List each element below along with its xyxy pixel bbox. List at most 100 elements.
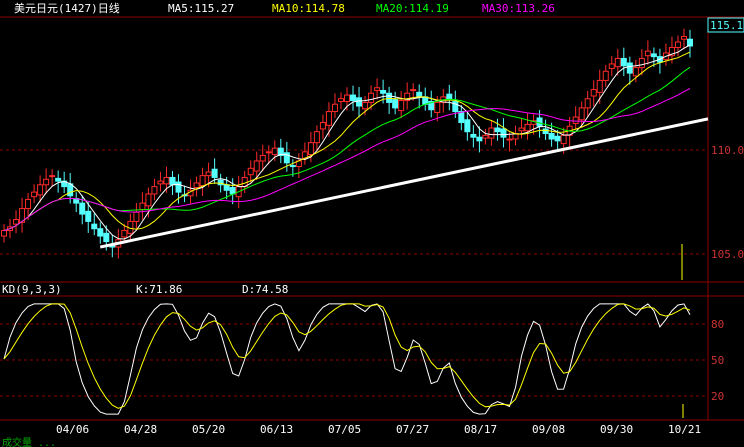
price-y-ticks: 110.00 105.00 [711, 144, 744, 261]
candle-body [482, 134, 489, 139]
kd-tick-50: 50 [711, 354, 724, 367]
candle-body [350, 94, 357, 102]
ma5-line [3, 44, 691, 240]
x-tick-label: 05/20 [192, 423, 225, 436]
candle-body [626, 62, 633, 74]
candle-body [488, 127, 495, 139]
x-tick-label: 04/28 [124, 423, 157, 436]
candle-body [313, 131, 320, 144]
candle-body [554, 135, 561, 142]
x-tick-label: 10/21 [668, 423, 701, 436]
candle-body [608, 63, 615, 70]
candle-body [344, 94, 350, 102]
kd-tick-20: 20 [711, 390, 724, 403]
d-line [3, 303, 691, 409]
last-price-badge: 115.18 [707, 17, 744, 33]
last-price-text: 115.18 [710, 19, 744, 32]
candle-body [319, 122, 326, 130]
candle-body [500, 128, 507, 138]
candle-body [584, 98, 591, 109]
candle-body [103, 232, 110, 243]
ma20-label: MA20:114.19 [376, 2, 449, 15]
candle-body [1, 230, 7, 237]
candle-body [259, 154, 266, 162]
chart-stage: 美元日元(1427)日线 MA5:115.27 MA10:114.78 MA20… [0, 0, 744, 447]
candle-body [422, 96, 429, 105]
candle-body [560, 134, 567, 145]
candle-body [121, 230, 128, 238]
candle-body [464, 119, 471, 133]
candle-body [55, 177, 62, 182]
kd-y-ticks: 80 50 20 [711, 318, 724, 403]
y-tick-110: 110.00 [711, 144, 744, 157]
ma5-label: MA5:115.27 [168, 2, 234, 15]
candle-body [91, 223, 98, 230]
candle-body [25, 198, 32, 210]
candle-body [169, 176, 176, 186]
candle-body [687, 38, 693, 47]
support-trendline [99, 117, 709, 249]
candle-body [680, 35, 687, 40]
kd-tick-80: 80 [711, 318, 724, 331]
candle-body [331, 103, 338, 113]
candle-body [223, 184, 230, 191]
ma10-line [3, 51, 691, 232]
candle-body [518, 127, 525, 132]
candle-body [289, 165, 296, 168]
x-axis-ticks: 04/06 04/28 05/20 06/13 07/05 07/27 08/17 09/08… [56, 423, 701, 436]
candle-body [175, 181, 182, 193]
x-tick-label: 04/06 [56, 423, 89, 436]
candle-body [362, 101, 369, 110]
candle-body [31, 191, 38, 198]
x-tick-label: 09/08 [532, 423, 565, 436]
candle-body [307, 142, 314, 156]
candle-body [205, 171, 212, 177]
candle-body [542, 128, 549, 135]
candle-body [145, 193, 152, 207]
candle-body [596, 79, 603, 93]
x-tick-label: 07/27 [396, 423, 429, 436]
kd-grid [0, 323, 708, 397]
candle-body [398, 100, 405, 112]
candle-body [271, 147, 278, 156]
kd-panel-frame [0, 295, 744, 421]
candle-body [434, 101, 441, 113]
candle-body [674, 41, 681, 48]
footer-bar [0, 436, 744, 447]
candle-body [163, 176, 170, 185]
candle-body [506, 138, 513, 141]
candle-body [151, 186, 158, 195]
candle-body [650, 53, 657, 58]
candle-body [602, 70, 609, 81]
candle-body [49, 175, 56, 178]
candle-body [632, 67, 639, 77]
candle-body [199, 175, 206, 187]
candle-body [386, 92, 393, 103]
candle-body [410, 89, 417, 92]
candle-body [79, 202, 86, 215]
x-tick-label: 07/05 [328, 423, 361, 436]
moving-average-lines [3, 44, 691, 240]
y-tick-105: 105.00 [711, 248, 744, 261]
candle-body [644, 50, 651, 57]
candle-body [620, 57, 627, 67]
candle-body [85, 210, 92, 222]
d-value-label: D:74.58 [242, 283, 288, 296]
x-tick-label: 09/30 [600, 423, 633, 436]
candle-body [548, 133, 555, 140]
candle-body [638, 57, 645, 69]
candle-body [380, 89, 387, 94]
k-line [3, 303, 691, 415]
candle-body [458, 111, 465, 124]
candle-body [13, 219, 20, 225]
candle-body [476, 136, 483, 142]
candle-body [590, 89, 597, 97]
ma30-label: MA30:113.26 [482, 2, 555, 15]
x-tick-label: 06/13 [260, 423, 293, 436]
ma10-label: MA10:114.78 [272, 2, 345, 15]
candle-body [193, 182, 200, 189]
candle-body [211, 168, 218, 178]
candle-body [356, 97, 363, 107]
candle-body [524, 123, 531, 132]
candle-body [337, 98, 344, 102]
